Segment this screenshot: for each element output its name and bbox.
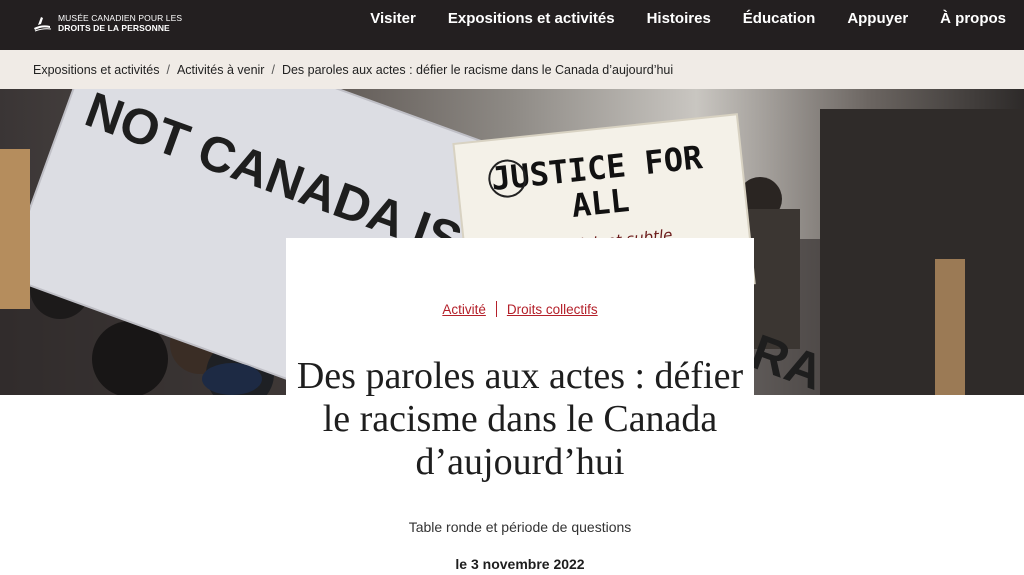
logo-line-1: MUSÉE CANADIEN POUR LES	[58, 13, 183, 23]
nav-item-appuyer[interactable]: Appuyer	[847, 10, 908, 27]
breadcrumb-current-page: Des paroles aux actes : défier le racism…	[281, 62, 674, 77]
top-navigation: MUSÉE CANADIEN POUR LES DROITS DE LA PER…	[0, 0, 1024, 50]
tag-droits-collectifs[interactable]: Droits collectifs	[507, 302, 598, 317]
event-subtitle: Table ronde et période de questions	[408, 519, 632, 535]
tag-activite[interactable]: Activité	[442, 302, 486, 317]
logo-line-2: DROITS DE LA PERSONNE	[58, 23, 170, 33]
nav-item-expositions[interactable]: Expositions et activités	[448, 10, 615, 27]
logo-text: MUSÉE CANADIEN POUR LES DROITS DE LA PER…	[58, 13, 182, 33]
nav-item-visiter[interactable]: Visiter	[370, 10, 416, 27]
breadcrumb: Expositions et activités / Activités à v…	[0, 50, 1024, 89]
event-tags: Activité Droits collectifs	[286, 301, 754, 317]
museum-logo[interactable]: MUSÉE CANADIEN POUR LES DROITS DE LA PER…	[32, 13, 182, 33]
tag-divider	[495, 301, 497, 317]
museum-logo-icon	[34, 17, 52, 32]
breadcrumb-link-expositions[interactable]: Expositions et activités	[33, 63, 159, 77]
nav-item-a-propos[interactable]: À propos	[940, 10, 1006, 27]
nav-item-histoires[interactable]: Histoires	[647, 10, 711, 27]
breadcrumb-separator: /	[166, 62, 170, 77]
nav-item-education[interactable]: Éducation	[743, 10, 816, 27]
breadcrumb-link-activites[interactable]: Activités à venir	[177, 63, 265, 77]
main-nav: Visiter Expositions et activités Histoir…	[370, 0, 1006, 36]
event-date: le 3 novembre 2022	[455, 556, 585, 572]
page-title: Des paroles aux actes : défier le racism…	[296, 355, 744, 483]
breadcrumb-separator: /	[271, 62, 275, 77]
sign-text-right-2: ALL	[570, 181, 631, 225]
event-card: Activité Droits collectifs Des paroles a…	[286, 238, 754, 575]
